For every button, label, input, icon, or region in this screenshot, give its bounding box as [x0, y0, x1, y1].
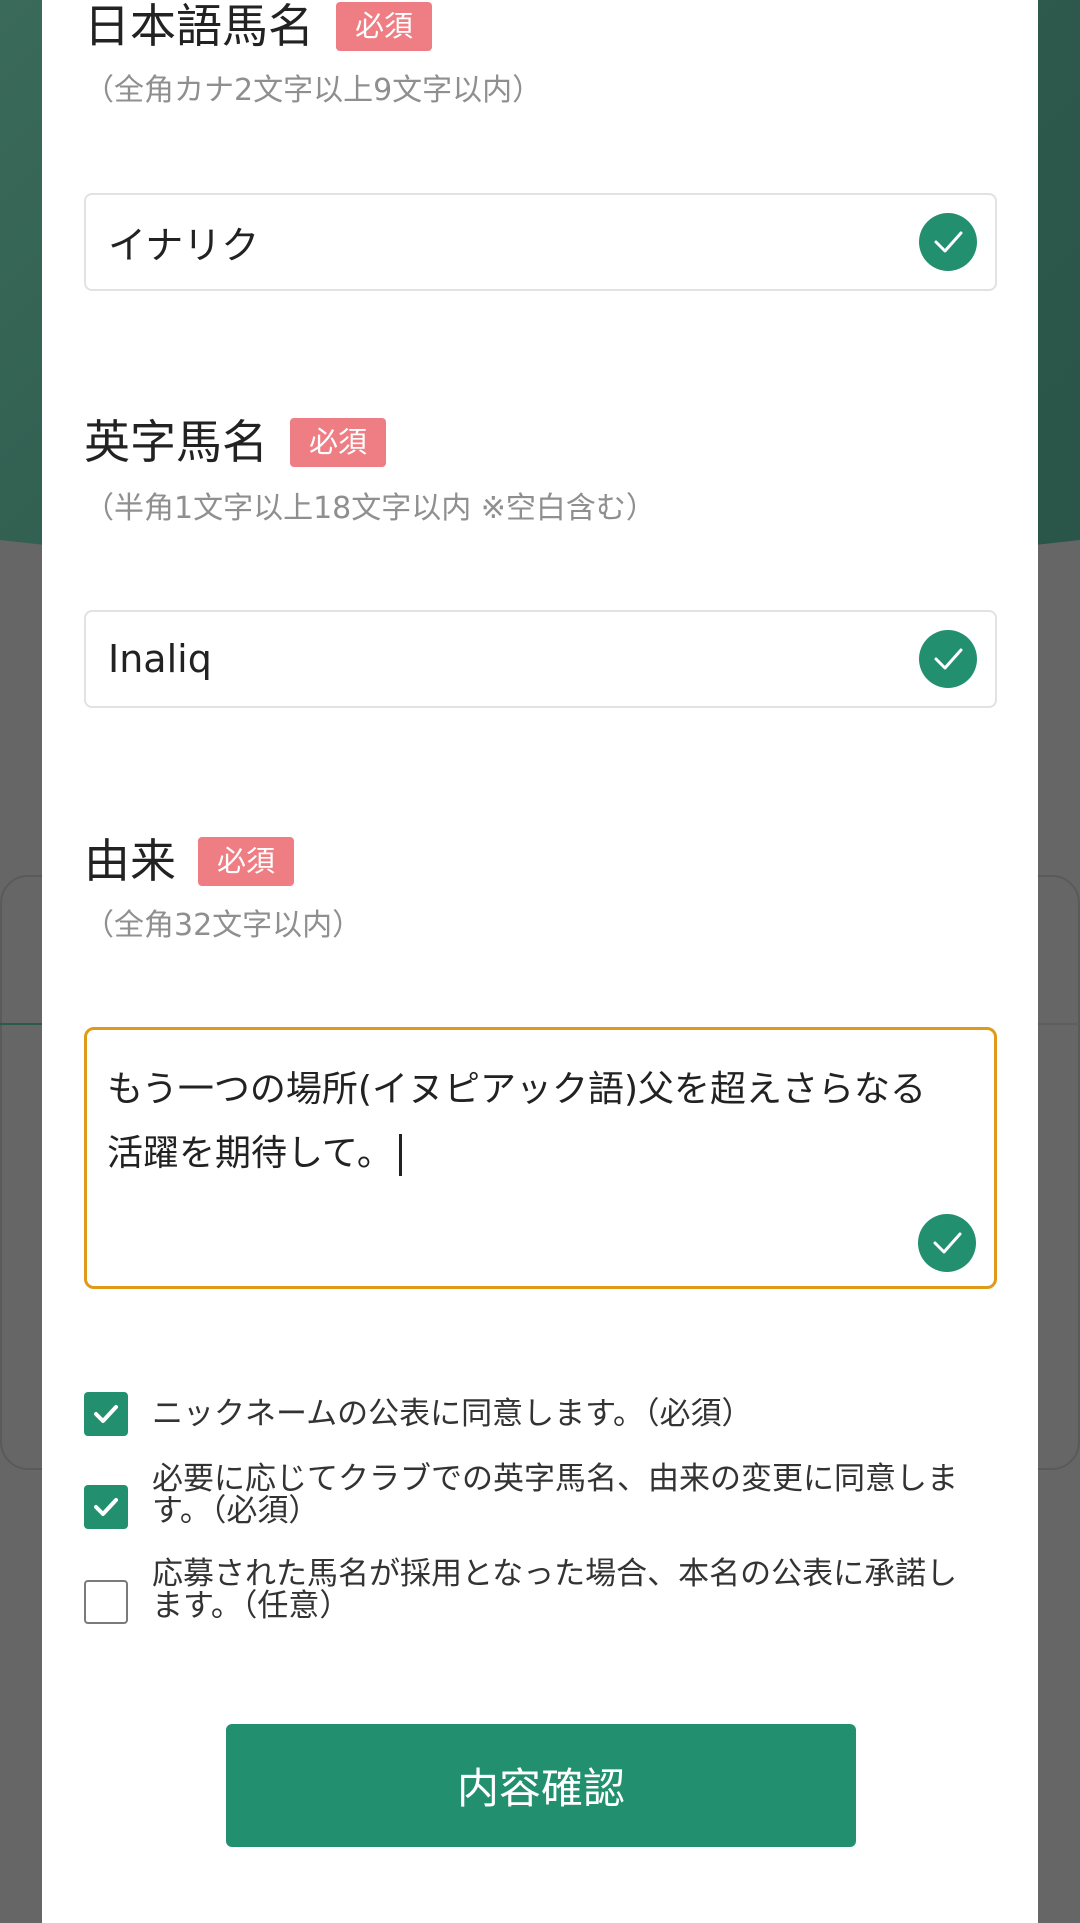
japanese-name-value: イナリク: [108, 223, 260, 268]
english-name-hint: （半角1文字以上18文字以内 ※空白含む）: [84, 491, 656, 526]
consent-change-checkbox[interactable]: [84, 1485, 128, 1529]
origin-label: 由来: [84, 834, 176, 889]
origin-value: もう一つの場所(イヌピアック語)父を超えさらなる 活躍を期待して。: [107, 1058, 967, 1186]
required-badge: 必須: [198, 837, 295, 886]
checkmark-icon: [94, 1405, 118, 1423]
origin-label-row: 由来 必須: [84, 834, 295, 889]
required-badge: 必須: [336, 2, 433, 51]
check-circle-icon: [918, 1214, 976, 1272]
japanese-name-input[interactable]: イナリク: [84, 193, 997, 291]
check-circle-icon: [919, 213, 977, 271]
origin-value-line-2: 活躍を期待して。: [107, 1122, 967, 1186]
english-name-label-row: 英字馬名 必須: [84, 415, 387, 470]
background-divider-accent: [0, 1023, 45, 1025]
english-name-value: Inaliq: [108, 637, 212, 681]
checkmark-icon: [94, 1498, 118, 1516]
origin-value-line-1: もう一つの場所(イヌピアック語)父を超えさらなる: [107, 1069, 927, 1110]
consent-change-row[interactable]: 必要に応じてクラブでの英字馬名、由来の変更に同意します。（必須）: [84, 1463, 997, 1529]
japanese-name-label-row: 日本語馬名 必須: [84, 0, 433, 54]
consent-nickname-label: ニックネームの公表に同意します。（必須）: [152, 1396, 753, 1432]
consent-realname-row[interactable]: 応募された馬名が採用となった場合、本名の公表に承諾します。（任意）: [84, 1558, 997, 1624]
origin-hint: （全角32文字以内）: [84, 908, 363, 943]
origin-textarea[interactable]: もう一つの場所(イヌピアック語)父を超えさらなる 活躍を期待して。: [84, 1027, 997, 1289]
japanese-name-label: 日本語馬名: [84, 0, 314, 54]
consent-realname-label: 応募された馬名が採用となった場合、本名の公表に承諾します。（任意）: [152, 1556, 958, 1624]
consent-nickname-row[interactable]: ニックネームの公表に同意します。（必須）: [84, 1392, 997, 1436]
origin-value-line-2-text: 活躍を期待して。: [107, 1133, 393, 1174]
text-caret: [398, 1134, 402, 1176]
english-name-label: 英字馬名: [84, 415, 268, 470]
japanese-name-hint: （全角カナ2文字以上9文字以内）: [84, 73, 543, 108]
consent-change-label: 必要に応じてクラブでの英字馬名、由来の変更に同意します。（必須）: [152, 1461, 958, 1529]
consent-realname-checkbox[interactable]: [84, 1580, 128, 1624]
consent-nickname-checkbox[interactable]: [84, 1392, 128, 1436]
english-name-input[interactable]: Inaliq: [84, 610, 997, 708]
required-badge: 必須: [290, 418, 387, 467]
confirm-button[interactable]: 内容確認: [226, 1724, 856, 1847]
check-circle-icon: [919, 630, 977, 688]
horse-name-form-sheet: 日本語馬名 必須 （全角カナ2文字以上9文字以内） イナリク 英字馬名 必須 （…: [42, 0, 1038, 1923]
